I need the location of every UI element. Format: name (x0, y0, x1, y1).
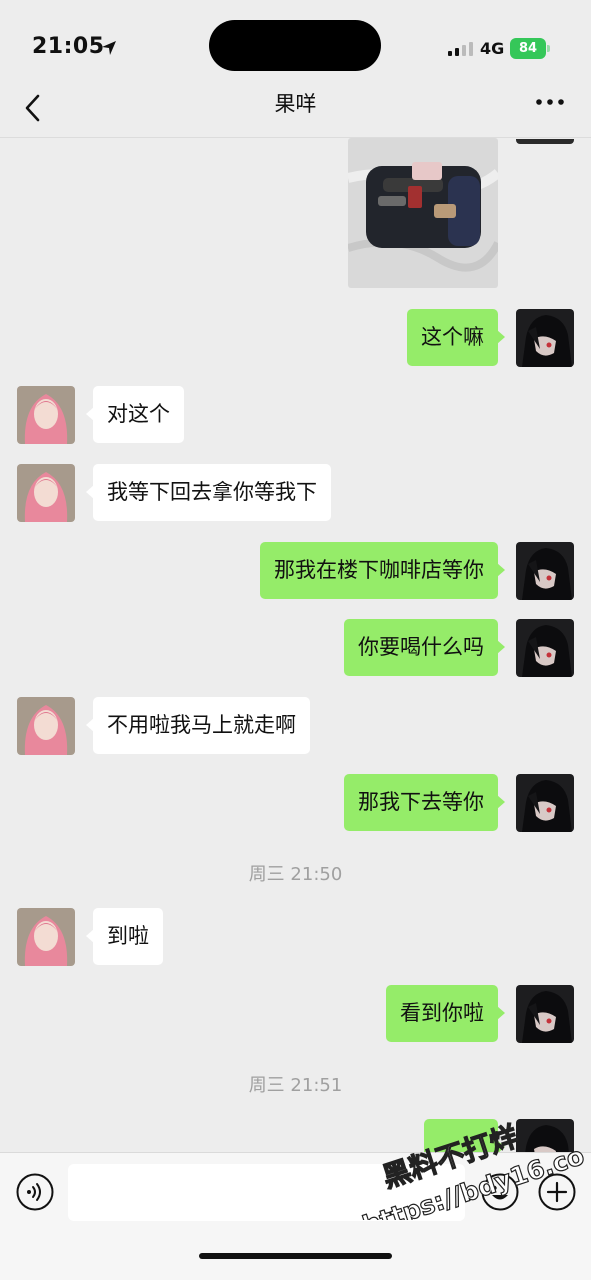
my-avatar[interactable] (516, 985, 574, 1043)
sent-message-bubble[interactable]: 那我下去等你 (344, 774, 505, 831)
sent-message-bubble[interactable]: 看到你啦 (386, 985, 505, 1042)
input-bar (0, 1152, 591, 1280)
more-options-icon[interactable] (530, 88, 570, 116)
my-avatar[interactable] (516, 774, 574, 832)
sent-message-bubble[interactable] (424, 1119, 505, 1152)
network-type: 4G (480, 39, 505, 58)
message-timestamp: 周三 21:51 (248, 1075, 343, 1096)
my-avatar[interactable] (516, 619, 574, 677)
emoji-icon[interactable] (481, 1173, 519, 1211)
contact-avatar[interactable] (17, 908, 75, 966)
status-bar: 21:05 4G 84 (0, 0, 591, 84)
message-input[interactable] (68, 1164, 465, 1221)
dynamic-island (209, 20, 381, 71)
plus-icon[interactable] (538, 1173, 576, 1211)
sent-photo[interactable] (348, 138, 498, 288)
battery-icon: 84 (510, 38, 546, 59)
signal-icon (448, 42, 473, 56)
sent-message-bubble[interactable]: 你要喝什么吗 (344, 619, 505, 676)
message-timestamp: 周三 21:50 (248, 864, 343, 885)
battery-tip (547, 45, 550, 52)
my-avatar[interactable] (516, 138, 574, 144)
contact-avatar[interactable] (17, 697, 75, 755)
status-time: 21:05 (32, 34, 105, 59)
received-message-bubble[interactable]: 对这个 (86, 386, 184, 443)
home-indicator (199, 1253, 392, 1259)
my-avatar[interactable] (516, 309, 574, 367)
received-message-bubble[interactable]: 到啦 (86, 908, 163, 965)
received-message-bubble[interactable]: 不用啦我马上就走啊 (86, 697, 310, 754)
location-arrow-icon (102, 41, 116, 55)
chat-area[interactable]: 这个嘛 对这个 我等下回去拿你等我下 那我在楼下咖啡店等你 你要喝什么吗 不用啦… (0, 138, 591, 1152)
my-avatar[interactable] (516, 1119, 574, 1152)
contact-avatar[interactable] (17, 386, 75, 444)
contact-avatar[interactable] (17, 464, 75, 522)
sent-message-bubble[interactable]: 那我在楼下咖啡店等你 (260, 542, 505, 599)
battery-level: 84 (518, 41, 538, 56)
received-message-bubble[interactable]: 我等下回去拿你等我下 (86, 464, 331, 521)
my-avatar[interactable] (516, 542, 574, 600)
nav-bar: 果咩 (0, 84, 591, 138)
sent-message-bubble[interactable]: 这个嘛 (407, 309, 505, 366)
chat-title: 果咩 (274, 92, 317, 116)
cosmetic-bag-image (348, 138, 498, 288)
voice-input-icon[interactable] (16, 1173, 54, 1211)
